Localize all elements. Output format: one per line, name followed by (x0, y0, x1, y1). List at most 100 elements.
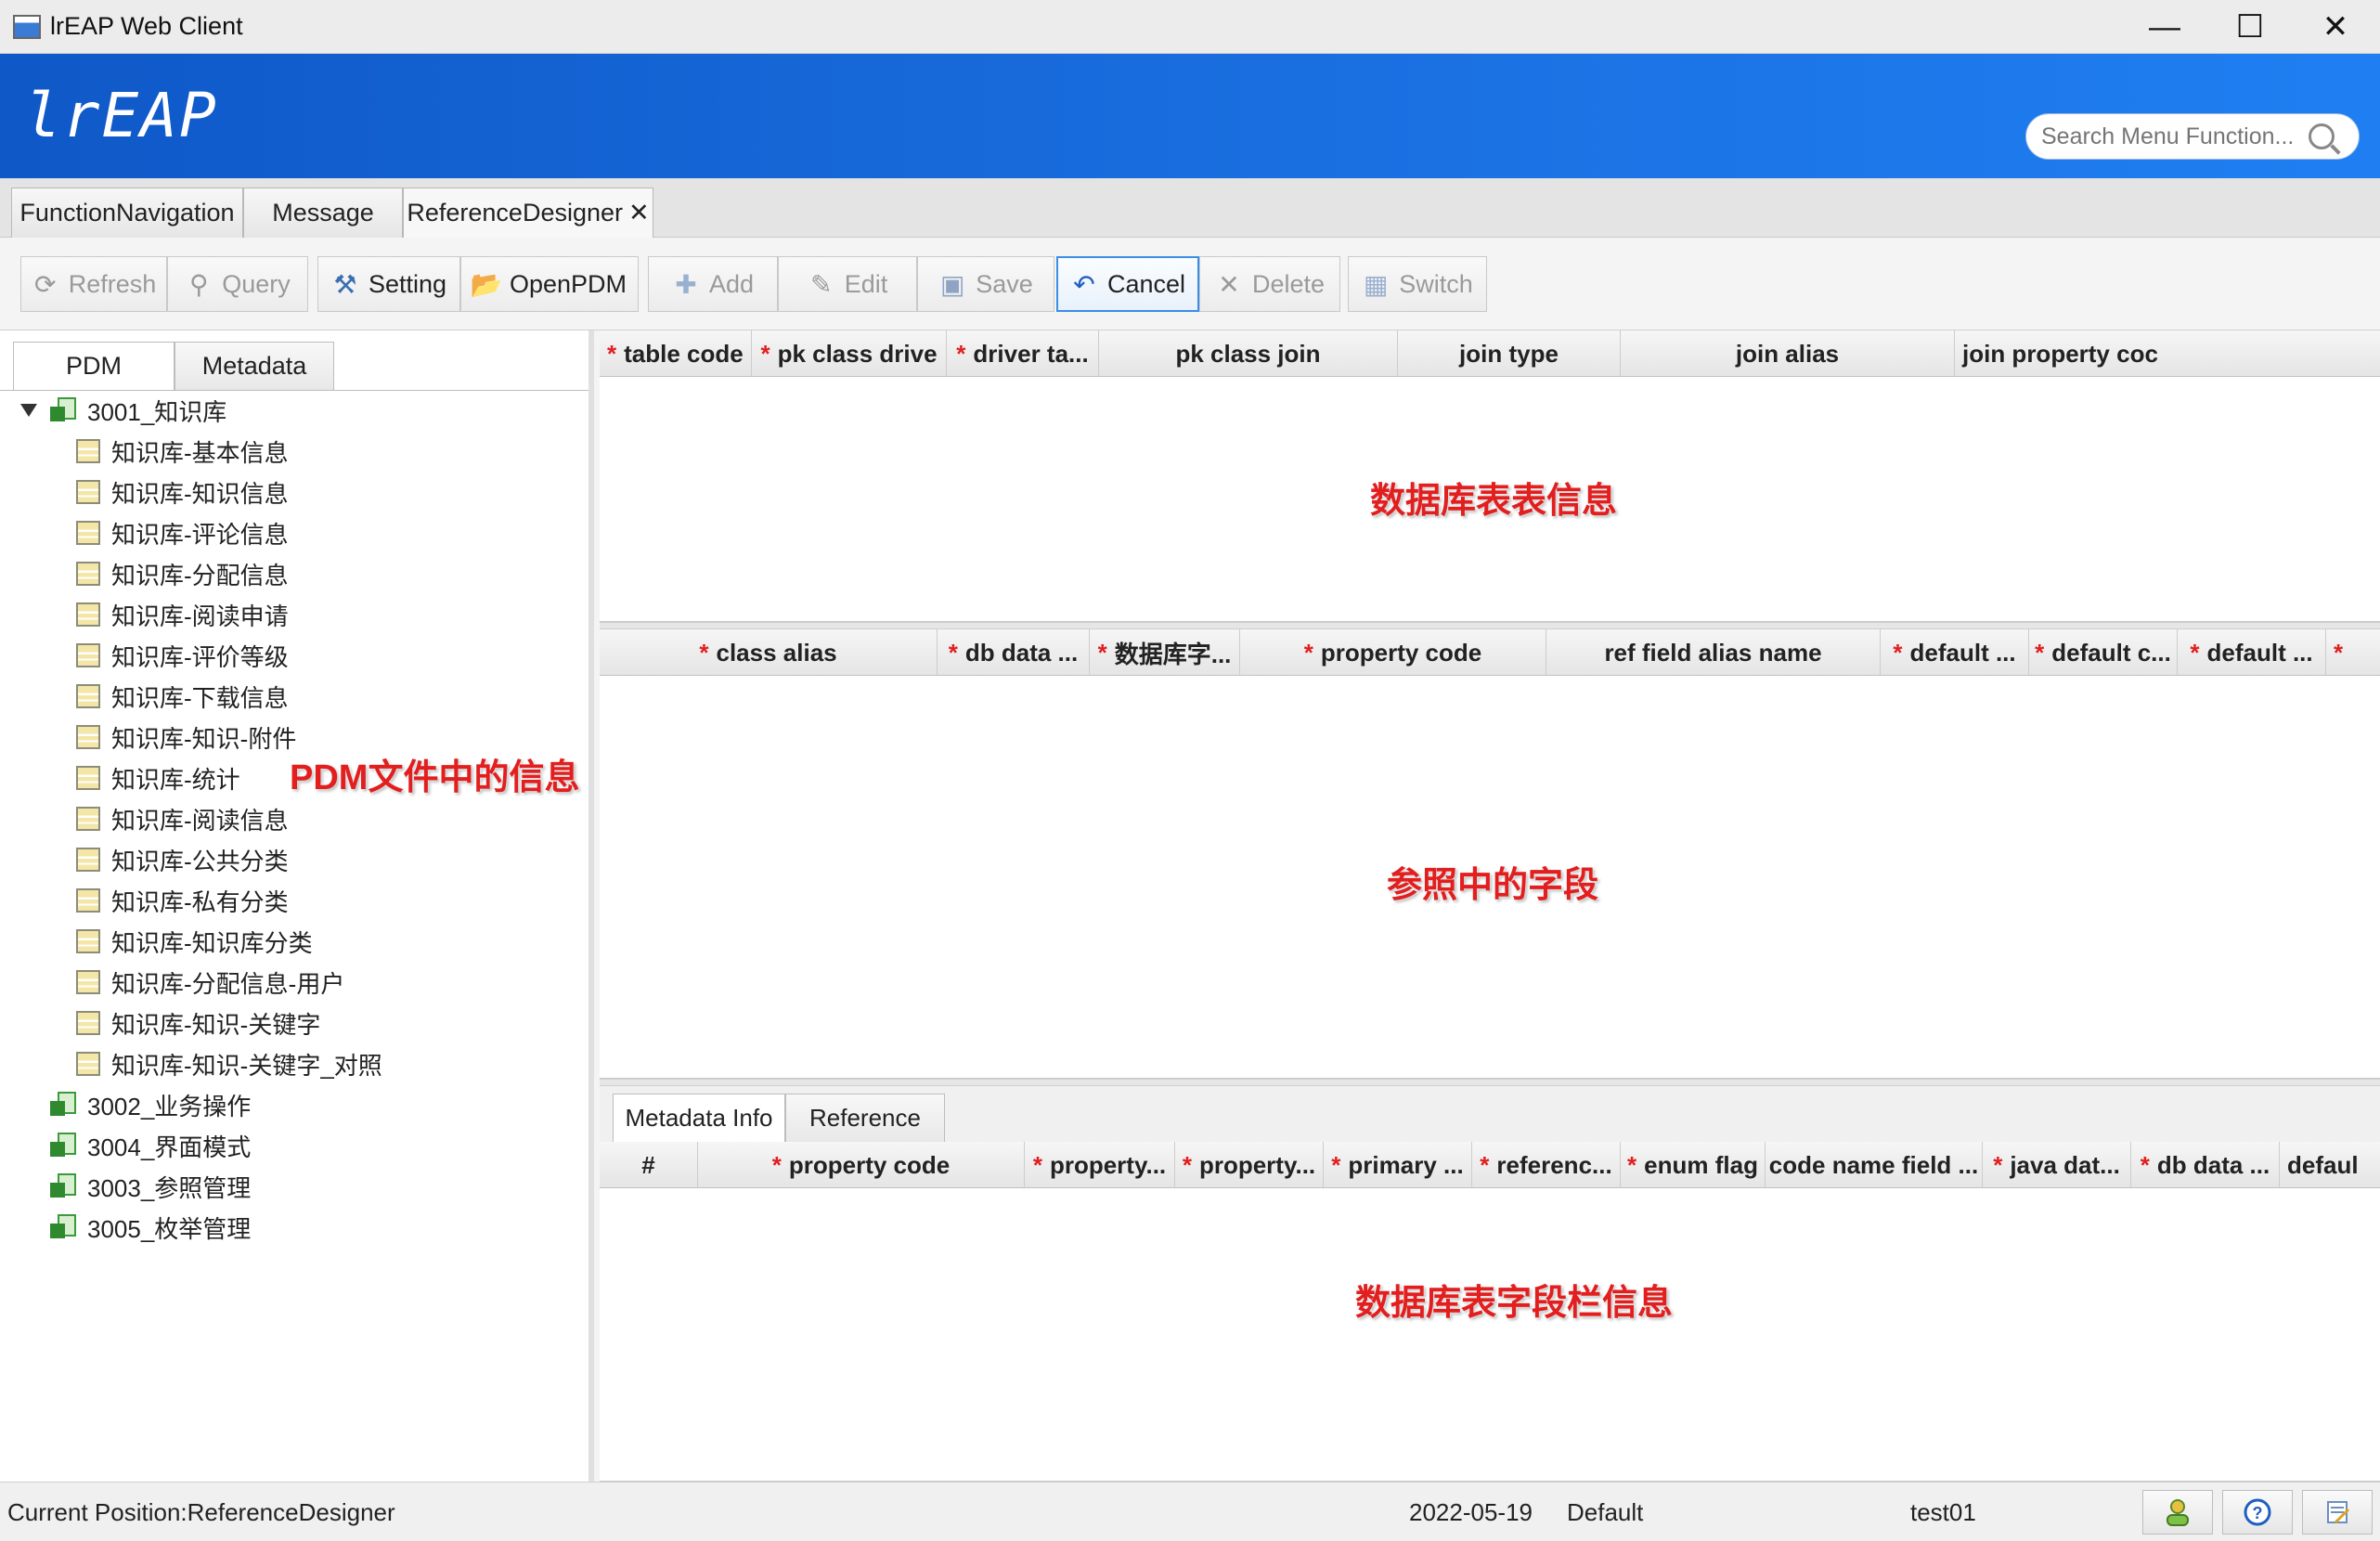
column-header-label: ref field alias name (1604, 638, 1822, 667)
tab-metadata-info[interactable]: Metadata Info (613, 1094, 785, 1142)
tree-node-table[interactable]: 知识库-知识-附件 (76, 717, 296, 758)
open-pdm-button[interactable]: 📂 OpenPDM (460, 256, 639, 312)
column-header[interactable]: * table code (600, 330, 752, 376)
column-header[interactable]: * property... (1175, 1142, 1324, 1187)
minimize-button[interactable]: — (2122, 0, 2207, 54)
column-header[interactable]: * property code (1240, 629, 1546, 675)
tree-node-table[interactable]: 知识库-统计 (76, 758, 240, 798)
column-header[interactable]: pk class join (1099, 330, 1398, 376)
user-button[interactable] (2142, 1490, 2213, 1535)
notes-button[interactable] (2302, 1490, 2373, 1535)
tab-label: ReferenceDesigner (407, 199, 623, 227)
tree-node-table[interactable]: 知识库-公共分类 (76, 839, 289, 880)
maximize-button[interactable]: ☐ (2207, 0, 2293, 54)
notepad-icon (2327, 1501, 2350, 1524)
column-header[interactable]: join alias (1621, 330, 1955, 376)
query-button[interactable]: ⚲ Query (167, 256, 308, 312)
tree-node-table[interactable]: 知识库-知识-关键字_对照 (76, 1043, 382, 1084)
column-header[interactable]: * (2326, 629, 2380, 675)
column-header-label: table code (624, 339, 744, 368)
table-icon (76, 439, 100, 463)
required-marker: * (607, 339, 617, 368)
tree-node-table[interactable]: 知识库-分配信息 (76, 553, 289, 594)
add-button[interactable]: ✚ Add (648, 256, 778, 312)
grid-header: # * property code * property... * property... *… (600, 1142, 2380, 1188)
table-icon (76, 1052, 100, 1076)
table-icon (76, 766, 100, 790)
column-header[interactable]: * property code (698, 1142, 1025, 1187)
help-icon: ? (2244, 1498, 2271, 1526)
column-header-label: property code (788, 1150, 951, 1179)
annotation-pdm: PDM文件中的信息 (290, 758, 580, 797)
column-header[interactable]: * 数据库字... (1090, 629, 1240, 675)
column-header[interactable]: * property... (1025, 1142, 1175, 1187)
tab-metadata[interactable]: Metadata (175, 342, 334, 390)
help-button[interactable]: ? (2222, 1490, 2293, 1535)
save-button[interactable]: ▣ Save (917, 256, 1054, 312)
refresh-button[interactable]: ⟳ Refresh (20, 256, 167, 312)
tab-function-navigation[interactable]: FunctionNavigation (11, 188, 243, 238)
column-header[interactable]: * pk class drive (752, 330, 947, 376)
column-header-label: java dat... (2010, 1150, 2120, 1179)
column-header[interactable]: * primary ... (1324, 1142, 1472, 1187)
tree-node-table[interactable]: 知识库-下载信息 (76, 676, 289, 717)
column-header[interactable]: ref field alias name (1546, 629, 1881, 675)
column-header[interactable]: * default ... (2178, 629, 2326, 675)
tab-reference-designer[interactable]: ReferenceDesigner ✕ (403, 188, 653, 238)
tab-reference[interactable]: Reference (785, 1094, 945, 1142)
column-header[interactable]: * default ... (1881, 629, 2029, 675)
required-marker: * (1182, 1150, 1192, 1179)
tree-node-label: 知识库-知识信息 (111, 479, 289, 508)
setting-button[interactable]: ⚒ Setting (317, 256, 460, 312)
save-label: Save (976, 269, 1033, 298)
column-header[interactable]: join type (1398, 330, 1621, 376)
column-header[interactable]: * class alias (600, 629, 938, 675)
tree-node-table[interactable]: 知识库-阅读申请 (76, 594, 289, 635)
tree-node-table[interactable]: 知识库-知识-关键字 (76, 1003, 320, 1043)
cancel-button[interactable]: ↶ Cancel (1056, 256, 1199, 312)
search-input[interactable] (2041, 123, 2301, 150)
tree-node-table[interactable]: 知识库-阅读信息 (76, 798, 289, 839)
tree-node-table[interactable]: 知识库-评论信息 (76, 512, 289, 553)
column-header[interactable]: # (600, 1142, 698, 1187)
tree-node-group[interactable]: 3002_业务操作 (20, 1084, 251, 1125)
tree-node-label: 知识库-公共分类 (111, 847, 289, 875)
tree-node-label: 知识库-知识-附件 (111, 724, 297, 753)
metadata-field-grid: # * property code * property... * property... *… (600, 1142, 2380, 1482)
column-header[interactable]: defaul (2280, 1142, 2380, 1187)
search-icon[interactable] (2309, 123, 2335, 149)
tree-node-table[interactable]: 知识库-私有分类 (76, 880, 289, 921)
table-icon (76, 684, 100, 708)
splitter[interactable] (600, 1079, 2380, 1086)
edit-button[interactable]: ✎ Edit (778, 256, 917, 312)
column-header[interactable]: * referenc... (1472, 1142, 1621, 1187)
column-header[interactable]: * driver ta... (947, 330, 1099, 376)
expand-triangle-icon[interactable] (20, 404, 37, 417)
tree-node-table[interactable]: 知识库-基本信息 (76, 431, 289, 472)
tab-message[interactable]: Message (243, 188, 403, 238)
column-header[interactable]: * db data ... (938, 629, 1090, 675)
tab-label: FunctionNavigation (19, 199, 235, 227)
switch-button[interactable]: ▦ Switch (1348, 256, 1487, 312)
tree-node-table[interactable]: 知识库-评价等级 (76, 635, 289, 676)
required-marker: * (1480, 1150, 1490, 1179)
tree-node-label: 知识库-知识库分类 (111, 928, 313, 957)
tab-pdm[interactable]: PDM (13, 342, 175, 390)
column-header[interactable]: join property coc (1955, 330, 2380, 376)
tree-node-group[interactable]: 3001_知识库 (20, 390, 226, 431)
tree-node-group[interactable]: 3004_界面模式 (20, 1125, 251, 1166)
delete-button[interactable]: ✕ Delete (1199, 256, 1340, 312)
column-header[interactable]: code name field ... (1766, 1142, 1983, 1187)
close-window-button[interactable]: ✕ (2293, 0, 2378, 54)
tree-node-group[interactable]: 3003_参照管理 (20, 1166, 251, 1207)
tab-close-icon[interactable]: ✕ (628, 199, 650, 227)
column-header[interactable]: * db data ... (2131, 1142, 2280, 1187)
splitter[interactable] (600, 622, 2380, 629)
tree-node-group[interactable]: 3005_枚举管理 (20, 1207, 251, 1248)
tree-node-table[interactable]: 知识库-知识信息 (76, 472, 289, 512)
tree-node-table[interactable]: 知识库-知识库分类 (76, 921, 313, 962)
column-header[interactable]: * default c... (2029, 629, 2178, 675)
column-header[interactable]: * enum flag (1621, 1142, 1766, 1187)
tree-node-table[interactable]: 知识库-分配信息-用户 (76, 962, 344, 1003)
column-header[interactable]: * java dat... (1983, 1142, 2131, 1187)
